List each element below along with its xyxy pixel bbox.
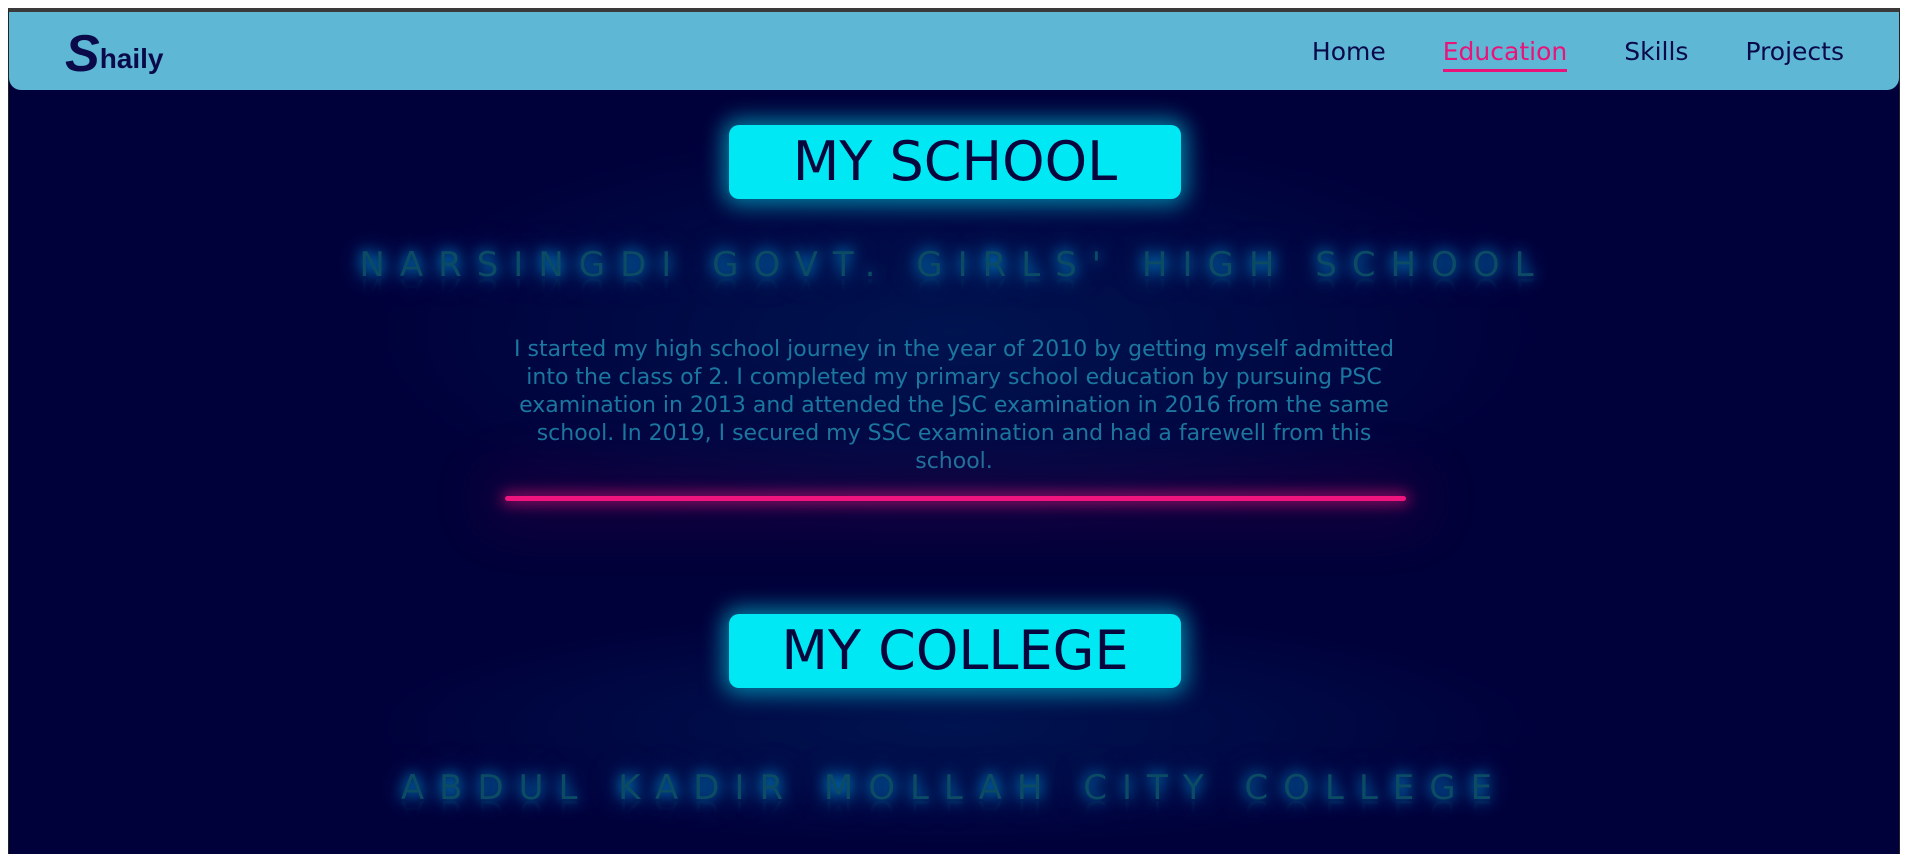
school-name-reflection: NARSINGDI GOVT. GIRLS' HIGH SCHOOL	[359, 270, 1549, 310]
section-divider	[505, 496, 1406, 501]
nav-link-projects[interactable]: Projects	[1745, 36, 1844, 72]
nav-links: Home Education Skills Projects	[1312, 36, 1844, 72]
college-name-reflection: ABDUL KADIR MOLLAH CITY COLLEGE	[400, 792, 1508, 832]
school-description: I started my high school journey in the …	[514, 337, 1394, 474]
nav-link-skills[interactable]: Skills	[1624, 36, 1688, 72]
page-frame: Shaily Home Education Skills Projects MY…	[8, 8, 1900, 854]
school-heading: MY SCHOOL	[729, 125, 1181, 199]
logo[interactable]: Shaily	[65, 28, 164, 80]
nav-link-education[interactable]: Education	[1442, 36, 1568, 72]
college-heading: MY COLLEGE	[729, 614, 1181, 688]
nav-link-home[interactable]: Home	[1312, 36, 1386, 72]
logo-initial: S	[65, 25, 100, 83]
navbar: Shaily Home Education Skills Projects	[9, 12, 1899, 90]
logo-text: haily	[99, 43, 164, 74]
